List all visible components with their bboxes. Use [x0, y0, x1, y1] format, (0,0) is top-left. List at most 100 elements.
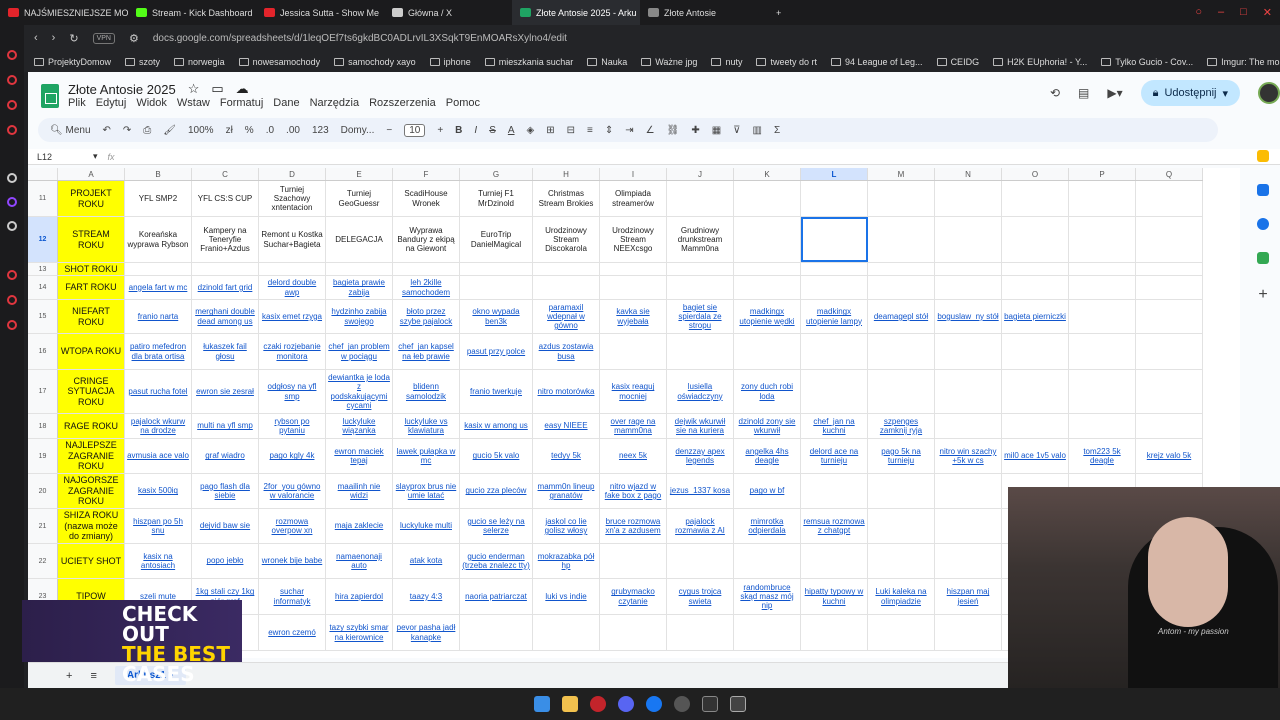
- grid-cell[interactable]: [125, 263, 192, 275]
- grid-cell[interactable]: [935, 474, 1002, 508]
- grid-cell[interactable]: pago w bf: [734, 474, 801, 508]
- grid-cell[interactable]: [1069, 276, 1136, 299]
- grid-cell[interactable]: lusiella oświadczyny: [667, 370, 734, 413]
- bookmark-item[interactable]: Nauka: [587, 57, 627, 67]
- tasks-icon[interactable]: [1257, 184, 1269, 196]
- grid-cell[interactable]: merghani double dead among us: [192, 300, 259, 333]
- font-size-input[interactable]: 10: [404, 123, 426, 137]
- filter-icon[interactable]: ⊽: [733, 125, 740, 136]
- link-icon[interactable]: ⛓︎: [667, 125, 680, 136]
- category-cell[interactable]: FART ROKU: [58, 276, 125, 299]
- category-cell[interactable]: NAJGORSZE ZAGRANIE ROKU: [58, 474, 125, 508]
- grid-cell[interactable]: jaskol co lie golisz włosy: [533, 509, 600, 543]
- share-button[interactable]: 🔒︎ Udostępnij ▾: [1140, 80, 1240, 106]
- bookmark-item[interactable]: Imgur: The most a...: [1207, 57, 1280, 67]
- menu-search[interactable]: 🔍︎ Menu: [50, 125, 91, 136]
- grid-cell[interactable]: gucio 5k valo: [460, 439, 533, 473]
- chevron-down-icon[interactable]: ▾: [1222, 87, 1228, 100]
- grid-cell[interactable]: kasix reaguj mocniej: [600, 370, 667, 413]
- grid-cell[interactable]: [868, 544, 935, 578]
- grid-cell[interactable]: maja zaklecie: [326, 509, 393, 543]
- grid-cell[interactable]: delord ace na turnieju: [801, 439, 868, 473]
- document-title[interactable]: Złote Antosie 2025: [68, 82, 176, 97]
- grid-cell[interactable]: Luki kaleka na olimpiadzie: [868, 579, 935, 614]
- grid-cell[interactable]: pago flash dla siebie: [192, 474, 259, 508]
- x-icon[interactable]: [7, 221, 17, 231]
- browser-tab[interactable]: Stream - Kick Dashboard: [128, 0, 256, 25]
- grid-cell[interactable]: okno wypada ben3k: [460, 300, 533, 333]
- grid-cell[interactable]: [667, 181, 734, 216]
- column-header[interactable]: E: [326, 168, 393, 180]
- grid-cell[interactable]: [935, 334, 1002, 369]
- grid-cell[interactable]: [868, 334, 935, 369]
- menu-item[interactable]: Wstaw: [177, 97, 210, 109]
- grid-cell[interactable]: ScadiHouse Wronek: [393, 181, 460, 216]
- close-icon[interactable]: ✕: [1263, 6, 1272, 19]
- grid-cell[interactable]: [1002, 181, 1069, 216]
- menu-item[interactable]: Rozszerzenia: [369, 97, 436, 109]
- sidebar-app-icon[interactable]: [7, 50, 17, 60]
- grid-cell[interactable]: [667, 276, 734, 299]
- grid-cell[interactable]: [1136, 217, 1203, 262]
- strikethrough-button[interactable]: S: [489, 125, 496, 136]
- grid-cell[interactable]: [1136, 276, 1203, 299]
- bookmark-item[interactable]: 94 League of Leg...: [830, 57, 923, 67]
- grid-cell[interactable]: [1002, 217, 1069, 262]
- bookmark-item[interactable]: CEIDG: [936, 57, 979, 67]
- bookmark-item[interactable]: nowesamochody: [238, 57, 320, 67]
- grid-cell[interactable]: [935, 615, 1002, 650]
- grid-cell[interactable]: [801, 217, 868, 262]
- grid-cell[interactable]: tom223 5k deagle: [1069, 439, 1136, 473]
- grid-cell[interactable]: pasut przy polce: [460, 334, 533, 369]
- move-folder-icon[interactable]: ▭: [211, 81, 223, 97]
- grid-cell[interactable]: [600, 615, 667, 650]
- grid-cell[interactable]: blidenn samolodzik: [393, 370, 460, 413]
- grid-cell[interactable]: Turniej GeoGuessr: [326, 181, 393, 216]
- column-header[interactable]: A: [58, 168, 125, 180]
- grid-cell[interactable]: 2for_you gówno w valorancie: [259, 474, 326, 508]
- facebook-icon[interactable]: [646, 696, 662, 712]
- grid-cell[interactable]: [600, 276, 667, 299]
- grid-cell[interactable]: luckyluke vs klawiatura: [393, 414, 460, 438]
- grid-cell[interactable]: cygus trojca swieta: [667, 579, 734, 614]
- decrease-decimal-button[interactable]: .0: [266, 125, 274, 136]
- grid-cell[interactable]: chef_jan na kuchni: [801, 414, 868, 438]
- menu-item[interactable]: Pomoc: [446, 97, 480, 109]
- grid-cell[interactable]: bruce rozmowa xn'a z azdusem: [600, 509, 667, 543]
- grid-cell[interactable]: bagieta prawie zabija: [326, 276, 393, 299]
- sidebar-app-icon[interactable]: [7, 295, 17, 305]
- bold-button[interactable]: B: [455, 125, 462, 136]
- grid-cell[interactable]: [1002, 276, 1069, 299]
- undo-icon[interactable]: ↶: [103, 125, 111, 136]
- grid-cell[interactable]: ewron sie zesrał: [192, 370, 259, 413]
- paint-format-icon[interactable]: 🖌︎: [163, 125, 176, 136]
- grid-cell[interactable]: [801, 544, 868, 578]
- category-cell[interactable]: SHIZA ROKU (nazwa może do zmiany): [58, 509, 125, 543]
- grid-cell[interactable]: ewron maciek tepaj: [326, 439, 393, 473]
- menu-item[interactable]: Edytuj: [96, 97, 127, 109]
- site-info-icon[interactable]: ⚙: [129, 32, 139, 45]
- search-icon[interactable]: ○: [1195, 6, 1202, 19]
- row-header[interactable]: 12: [28, 217, 58, 262]
- redo-icon[interactable]: ↷: [123, 125, 131, 136]
- grid-cell[interactable]: Koreańska wyprawa Rybson: [125, 217, 192, 262]
- grid-cell[interactable]: [935, 181, 1002, 216]
- grid-cell[interactable]: [1069, 181, 1136, 216]
- grid-cell[interactable]: boguslaw_ny stół: [935, 300, 1002, 333]
- grid-cell[interactable]: gucio enderman (trzeba znalezc tty): [460, 544, 533, 578]
- grid-cell[interactable]: hipatty typowy w kuchni: [801, 579, 868, 614]
- functions-icon[interactable]: Σ: [774, 125, 780, 136]
- grid-cell[interactable]: pago kgly 4k: [259, 439, 326, 473]
- grid-cell[interactable]: easy NIEEE: [533, 414, 600, 438]
- grid-cell[interactable]: [192, 263, 259, 275]
- row-header[interactable]: 15: [28, 300, 58, 333]
- bookmark-item[interactable]: norwegia: [174, 57, 225, 67]
- grid-cell[interactable]: namaenonaji auto: [326, 544, 393, 578]
- column-header[interactable]: G: [460, 168, 533, 180]
- grid-cell[interactable]: [868, 181, 935, 216]
- grid-cell[interactable]: pevor pasha jadł kanapke: [393, 615, 460, 650]
- grid-cell[interactable]: rozmowa overpow xn: [259, 509, 326, 543]
- grid-cell[interactable]: [935, 509, 1002, 543]
- bookmark-item[interactable]: Tylko Gucio - Cov...: [1101, 57, 1193, 67]
- menu-item[interactable]: Narzędzia: [310, 97, 360, 109]
